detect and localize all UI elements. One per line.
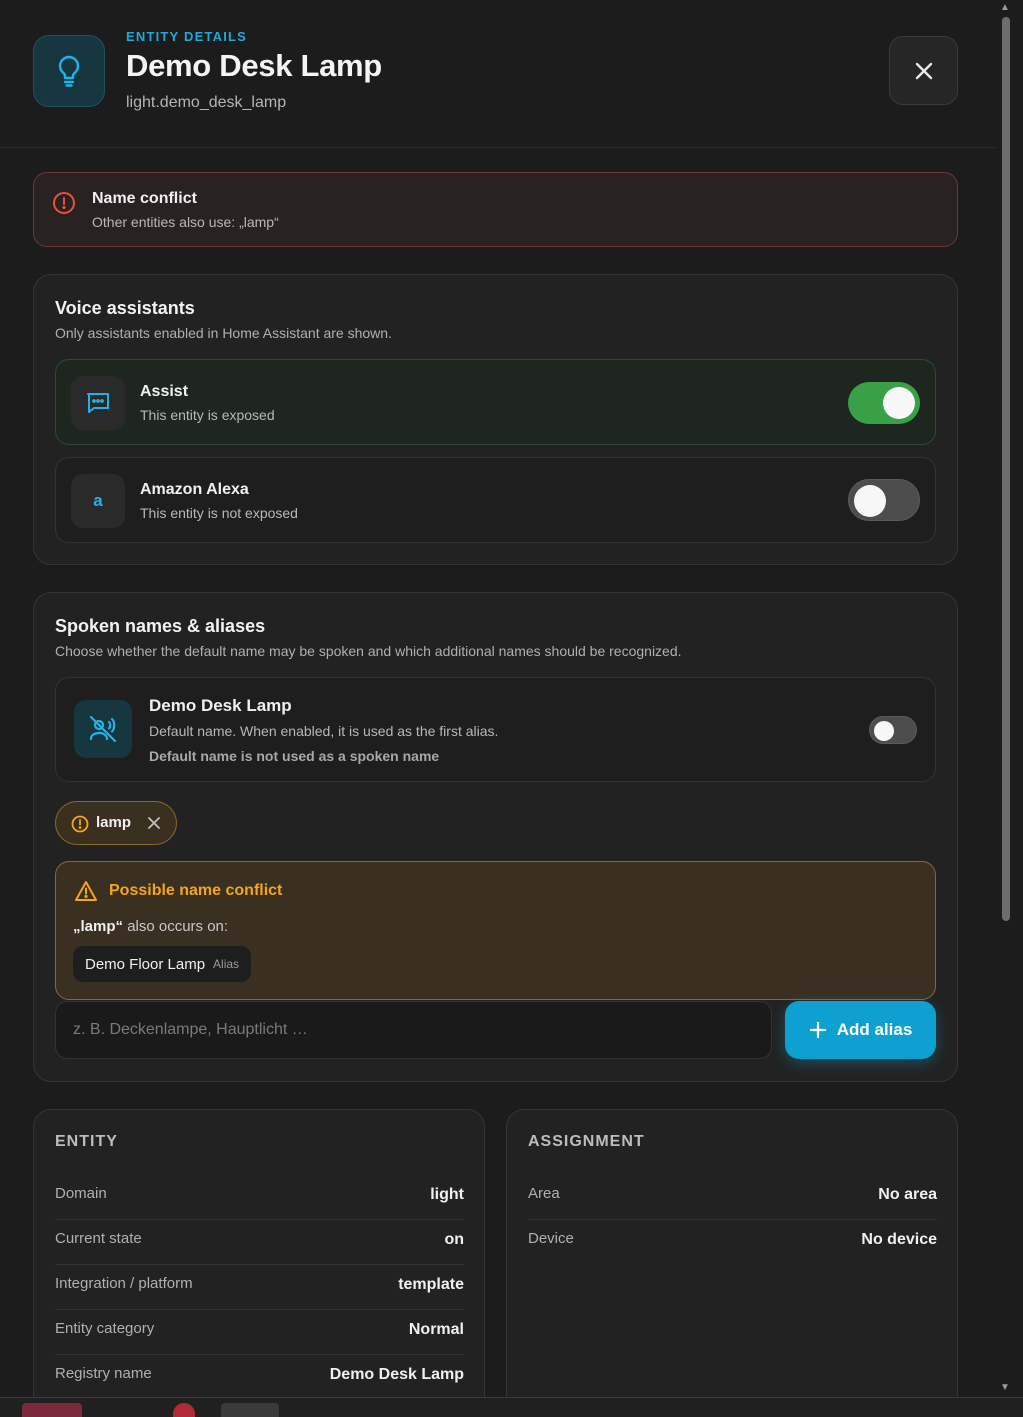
conflict-entity-chip[interactable]: Demo Floor Lamp Alias: [73, 946, 252, 982]
conflict-description: „lamp“ also occurs on:: [73, 918, 228, 935]
conflict-entity-name: Demo Floor Lamp: [85, 955, 206, 973]
toggle-knob: [854, 485, 886, 517]
taskbar-app-icon[interactable]: [173, 1403, 195, 1417]
assistant-name: Amazon Alexa: [140, 481, 249, 498]
possible-conflict-box: Possible name conflict „lamp“ also occur…: [55, 861, 936, 1000]
alexa-expose-toggle[interactable]: [848, 479, 920, 521]
card-subtitle: Choose whether the default name may be s…: [55, 643, 682, 659]
info-row-category: Entity category Normal: [55, 1310, 464, 1355]
assistant-status: This entity is not exposed: [140, 505, 298, 521]
info-row-state: Current state on: [55, 1220, 464, 1265]
scroll-down-icon[interactable]: ▼: [1000, 1382, 1010, 1393]
default-name-note: Default name is not used as a spoken nam…: [149, 748, 440, 764]
add-alias-label: Add alias: [836, 1020, 913, 1039]
assist-expose-toggle[interactable]: [848, 382, 920, 424]
card-title: ASSIGNMENT: [528, 1133, 645, 1150]
entity-id: light.demo_desk_lamp: [126, 94, 287, 111]
voice-assistants-card: Voice assistants Only assistants enabled…: [33, 274, 958, 565]
info-row-area: Area No area: [528, 1175, 937, 1220]
taskbar-app-icon[interactable]: [221, 1403, 279, 1417]
card-title: ENTITY: [55, 1133, 118, 1150]
add-alias-button[interactable]: Add alias: [785, 1001, 936, 1059]
default-name-row: Demo Desk Lamp Default name. When enable…: [55, 677, 936, 782]
assistant-status: This entity is exposed: [140, 407, 275, 423]
page-title: Demo Desk Lamp: [126, 48, 382, 83]
voice-off-icon: [74, 700, 132, 758]
default-name-toggle[interactable]: [869, 716, 917, 744]
alias-label: lamp: [96, 814, 132, 831]
alias-input[interactable]: [55, 1001, 772, 1059]
toggle-knob: [883, 387, 915, 419]
card-subtitle: Only assistants enabled in Home Assistan…: [55, 325, 392, 341]
conflict-entity-kind: Alias: [213, 957, 240, 971]
default-name-description: Default name. When enabled, it is used a…: [149, 723, 499, 739]
conflict-alias: „lamp“: [73, 918, 124, 935]
scroll-up-icon[interactable]: ▲: [1000, 2, 1010, 13]
warning-triangle-icon: [75, 881, 97, 901]
assistant-name: Assist: [140, 383, 189, 400]
plus-icon: [809, 1021, 826, 1039]
info-row-device: Device No device: [528, 1230, 937, 1248]
alias-chip[interactable]: lamp: [55, 801, 177, 845]
card-title: Spoken names & aliases: [55, 616, 266, 636]
assistant-row-alexa: a Amazon Alexa This entity is not expose…: [55, 457, 936, 543]
banner-message: Other entities also use: „lamp“: [92, 214, 279, 230]
name-conflict-banner: Name conflict Other entities also use: „…: [33, 172, 958, 247]
conflict-title: Possible name conflict: [109, 882, 283, 899]
scrollbar-thumb[interactable]: [1002, 17, 1010, 921]
toggle-knob: [874, 721, 894, 741]
card-title: Voice assistants: [55, 298, 195, 318]
close-icon: [915, 62, 932, 79]
chat-bubble-icon: [71, 376, 125, 430]
dialog-header: ENTITY DETAILS Demo Desk Lamp light.demo…: [0, 0, 995, 148]
taskbar: [0, 1397, 1023, 1417]
alexa-icon: a: [71, 474, 125, 528]
default-name-title: Demo Desk Lamp: [149, 696, 292, 715]
remove-alias-icon[interactable]: [146, 815, 162, 831]
info-row-registry-name: Registry name Demo Desk Lamp: [55, 1365, 464, 1383]
assignment-card: ASSIGNMENT Area No area Device No device: [506, 1109, 958, 1417]
info-row-domain: Domain light: [55, 1175, 464, 1220]
close-button[interactable]: [889, 36, 958, 105]
taskbar-app-icon[interactable]: [22, 1403, 82, 1417]
assistant-row-assist: Assist This entity is exposed: [55, 359, 936, 445]
entity-info-card: ENTITY Domain light Current state on Int…: [33, 1109, 485, 1417]
lightbulb-icon: [33, 35, 105, 107]
banner-title: Name conflict: [92, 190, 197, 207]
dialog-eyebrow: ENTITY DETAILS: [126, 29, 248, 44]
conflict-occurs-text: also occurs on:: [127, 918, 229, 935]
spoken-names-card: Spoken names & aliases Choose whether th…: [33, 592, 958, 1082]
info-row-platform: Integration / platform template: [55, 1265, 464, 1310]
warning-circle-icon: [71, 815, 89, 833]
alert-circle-icon: [53, 192, 75, 214]
entity-details-page: ENTITY DETAILS Demo Desk Lamp light.demo…: [0, 0, 1023, 1417]
